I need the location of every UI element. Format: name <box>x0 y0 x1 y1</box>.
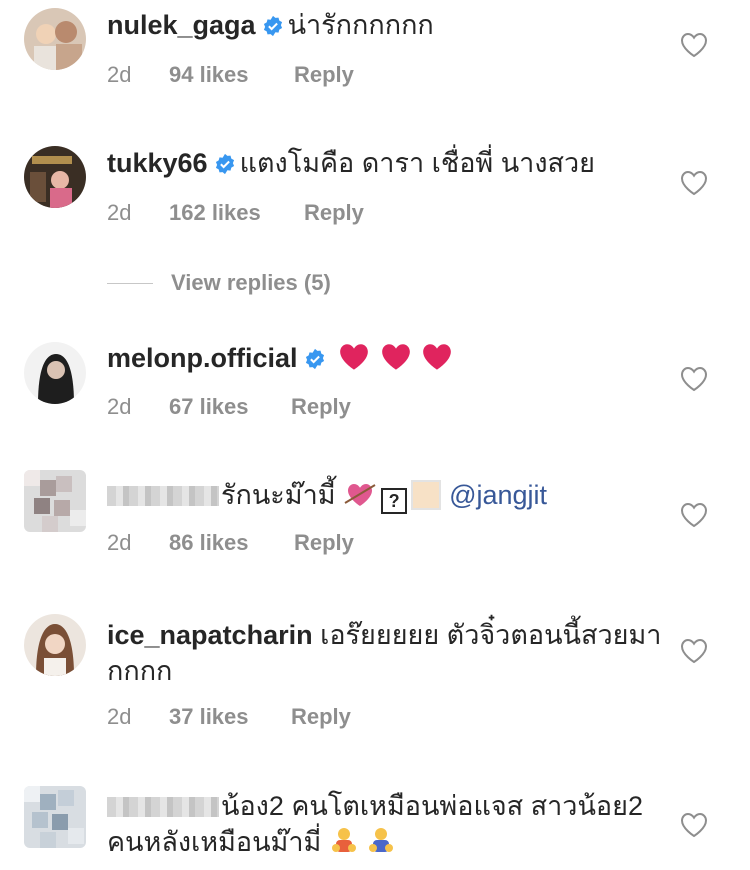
mention-link[interactable]: @jangjit <box>449 480 547 510</box>
avatar-blurred[interactable] <box>24 786 86 848</box>
username[interactable]: tukky66 <box>107 148 208 178</box>
likes-count[interactable]: 37 likes <box>169 704 291 730</box>
comment-age: 2d <box>107 394 132 419</box>
comment-body: น้อง2 คนโตเหมือนพ่อแจส สาวน้อย2 คนหลังเห… <box>107 788 667 865</box>
comment-meta: 2d 37 likes Reply <box>107 704 351 730</box>
heart-arrow-icon <box>343 479 377 518</box>
reply-button[interactable]: Reply <box>291 704 351 730</box>
heart-outline-icon[interactable] <box>680 366 708 392</box>
comment-text: น่ารักกกกกก <box>287 10 434 40</box>
likes-count[interactable]: 162 likes <box>169 200 304 226</box>
avatar-blurred[interactable] <box>24 470 86 532</box>
comment-age: 2d <box>107 62 132 87</box>
username[interactable]: ice_napatcharin <box>107 620 313 650</box>
divider-line <box>107 282 153 284</box>
comment-meta: 2d 86 likes Reply <box>107 530 354 556</box>
red-heart-icon <box>420 342 454 381</box>
heart-outline-icon[interactable] <box>680 502 708 528</box>
avatar[interactable] <box>24 614 86 676</box>
reply-button[interactable]: Reply <box>304 200 364 226</box>
comment-meta: 2d 67 likes Reply <box>107 394 351 420</box>
reply-button[interactable]: Reply <box>294 530 354 556</box>
verified-badge-icon <box>304 348 326 370</box>
likes-count[interactable]: 86 likes <box>169 530 294 556</box>
heart-outline-icon[interactable] <box>680 812 708 838</box>
comment-body: รักนะม๊ามี้ ? @jangjit <box>107 477 667 518</box>
heart-outline-icon[interactable] <box>680 170 708 196</box>
view-replies-label: View replies (5) <box>171 270 331 295</box>
comment-text: แตงโมคือ ดารา เชื่อพี่ นางสวย <box>239 148 595 178</box>
reply-button[interactable]: Reply <box>294 62 354 88</box>
avatar[interactable] <box>24 8 86 70</box>
comment-body: tukky66 แตงโมคือ ดารา เชื่อพี่ นางสวย <box>107 145 667 181</box>
family-emoji-icon <box>329 826 359 865</box>
comment-meta: 2d 162 likes Reply <box>107 200 364 226</box>
family-emoji-icon <box>366 826 396 865</box>
username[interactable]: nulek_gaga <box>107 10 256 40</box>
comment-body: ice_napatcharin เอร๊ยยยยย ตัวจิ๋วตอนนี้ส… <box>107 617 667 689</box>
avatar[interactable] <box>24 342 86 404</box>
likes-count[interactable]: 94 likes <box>169 62 294 88</box>
likes-count[interactable]: 67 likes <box>169 394 291 420</box>
heart-outline-icon[interactable] <box>680 32 708 58</box>
red-heart-icon <box>379 342 413 381</box>
comment-meta: 2d 94 likes Reply <box>107 62 354 88</box>
comment-age: 2d <box>107 704 132 729</box>
avatar[interactable] <box>24 146 86 208</box>
comment-age: 2d <box>107 200 132 225</box>
missing-glyph-icon: ? <box>381 488 408 514</box>
red-heart-icon <box>337 342 371 381</box>
skin-tone-icon <box>411 480 442 510</box>
comment-body: melonp.official <box>107 340 667 381</box>
comment-age: 2d <box>107 530 132 555</box>
username-blurred[interactable] <box>107 486 219 506</box>
username[interactable]: melonp.official <box>107 343 298 373</box>
comment-text: รักนะม๊ามี้ <box>221 480 336 510</box>
view-replies-button[interactable]: View replies (5) <box>107 268 331 298</box>
heart-outline-icon[interactable] <box>680 638 708 664</box>
verified-badge-icon <box>262 15 284 37</box>
comment-body: nulek_gaga น่ารักกกกกก <box>107 7 667 43</box>
reply-button[interactable]: Reply <box>291 394 351 420</box>
username-blurred[interactable] <box>107 797 219 817</box>
verified-badge-icon <box>214 153 236 175</box>
